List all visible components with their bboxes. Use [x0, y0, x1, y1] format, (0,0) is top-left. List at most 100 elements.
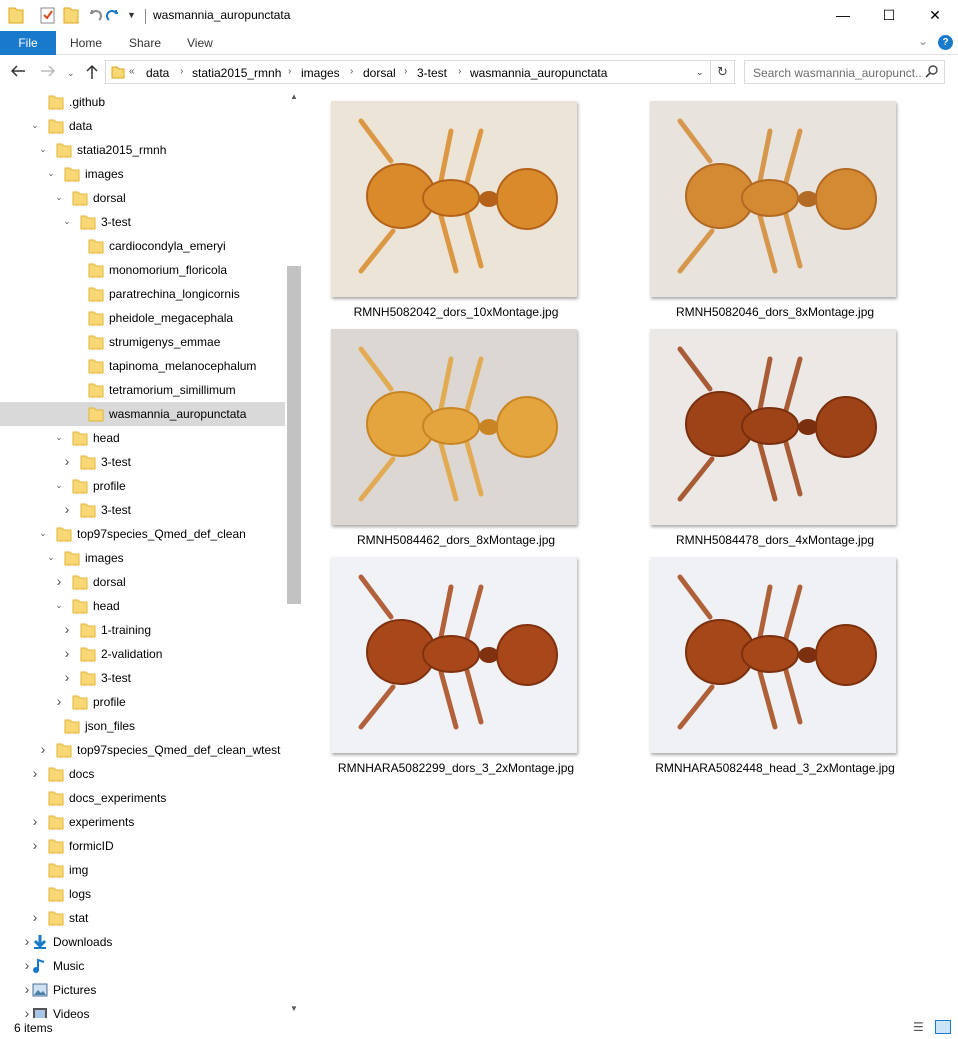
chevron-right-icon[interactable]: ›	[30, 813, 40, 829]
breadcrumb-3-test[interactable]: 3-test	[417, 66, 447, 80]
tree-item[interactable]: ⌄ dorsal	[0, 186, 285, 210]
breadcrumb-wasmannia-auropunctata[interactable]: wasmannia_auropunctata	[470, 66, 607, 80]
tree-item[interactable]: logs	[0, 882, 285, 906]
tree-item[interactable]: img	[0, 858, 285, 882]
chevron-right-icon[interactable]: ›	[38, 741, 48, 757]
tree-item[interactable]: tetramorium_simillimum	[0, 378, 285, 402]
tree-item[interactable]: docs_experiments	[0, 786, 285, 810]
breadcrumb-images[interactable]: images	[301, 66, 340, 80]
chevron-right-icon[interactable]: ›	[62, 501, 72, 517]
chevron-down-icon[interactable]: ⌄	[54, 192, 64, 203]
tree-item[interactable]: ⌄ data	[0, 114, 285, 138]
tree-item[interactable]: .github	[0, 90, 285, 114]
file-item[interactable]: RMNH5084462_dors_8xMontage.jpg	[331, 318, 625, 547]
file-item[interactable]: RMNH5084478_dors_4xMontage.jpg	[650, 318, 944, 547]
chevron-right-icon[interactable]: ›	[30, 837, 40, 853]
tree-item[interactable]: › experiments	[0, 810, 285, 834]
file-item[interactable]: RMNHARA5082299_dors_3_2xMontage.jpg	[331, 546, 625, 775]
help-icon[interactable]: ?	[938, 35, 953, 50]
chevron-right-icon[interactable]: ›	[350, 66, 353, 77]
chevron-down-icon[interactable]: ⌄	[54, 432, 64, 443]
breadcrumb-data[interactable]: data	[146, 66, 169, 80]
scroll-up-icon[interactable]: ▲	[290, 92, 298, 101]
refresh-icon[interactable]: ↻	[711, 60, 735, 84]
chevron-right-icon[interactable]: ›	[404, 66, 407, 77]
address-history-icon[interactable]: ⌄	[696, 67, 704, 78]
back-arrow-icon[interactable]	[10, 64, 26, 81]
undo-icon[interactable]	[86, 6, 102, 26]
tree-item[interactable]: ⌄ profile	[0, 474, 285, 498]
tab-view[interactable]: View	[187, 31, 213, 55]
expand-ribbon-icon[interactable]: ⌄	[918, 34, 928, 48]
tree-item[interactable]: ⌄ top97species_Qmed_def_clean	[0, 522, 285, 546]
maximize-button[interactable]: ☐	[866, 0, 912, 31]
tree-item[interactable]: › Music	[0, 954, 285, 978]
tree-item[interactable]: ⌄ images	[0, 546, 285, 570]
tree-item[interactable]: ⌄ head	[0, 594, 285, 618]
file-item[interactable]: RMNH5082046_dors_8xMontage.jpg	[650, 90, 944, 319]
tree-item[interactable]: monomorium_floricola	[0, 258, 285, 282]
chevron-down-icon[interactable]: ⌄	[54, 600, 64, 611]
chevron-down-icon[interactable]: ⌄	[54, 480, 64, 491]
tree-item[interactable]: ⌄ statia2015_rmnh	[0, 138, 285, 162]
tab-share[interactable]: Share	[129, 31, 161, 55]
tree-item[interactable]: › dorsal	[0, 570, 285, 594]
properties-icon[interactable]	[40, 6, 56, 26]
customize-toolbar-icon[interactable]: ▼	[127, 10, 136, 30]
tree-item[interactable]: paratrechina_longicornis	[0, 282, 285, 306]
navigation-scrollbar[interactable]: ▲ ▼	[286, 90, 302, 1018]
tree-item[interactable]: › Downloads	[0, 930, 285, 954]
chevron-right-icon[interactable]: ›	[458, 66, 461, 77]
chevron-right-icon[interactable]: ›	[54, 573, 64, 589]
tree-item[interactable]: › 1-training	[0, 618, 285, 642]
chevron-right-icon[interactable]: ›	[62, 645, 72, 661]
tab-file[interactable]: File	[0, 31, 56, 55]
large-icons-view-icon[interactable]	[935, 1020, 951, 1034]
search-icon[interactable]	[925, 64, 939, 81]
tree-item[interactable]: › 3-test	[0, 666, 285, 690]
redo-icon[interactable]	[106, 6, 122, 26]
breadcrumb-dorsal[interactable]: dorsal	[363, 66, 396, 80]
chevron-down-icon[interactable]: ⌄	[46, 552, 56, 563]
chevron-down-icon[interactable]: ⌄	[38, 144, 48, 155]
tab-home[interactable]: Home	[70, 31, 102, 55]
scroll-thumb[interactable]	[287, 266, 301, 604]
chevron-right-icon[interactable]: ›	[180, 66, 183, 77]
tree-item[interactable]: › Pictures	[0, 978, 285, 1002]
chevron-right-icon[interactable]: ›	[30, 909, 40, 925]
chevron-right-icon[interactable]: ›	[62, 453, 72, 469]
breadcrumb-statia2015-rmnh[interactable]: statia2015_rmnh	[192, 66, 281, 80]
tree-item[interactable]: ⌄ 3-test	[0, 210, 285, 234]
tree-item[interactable]: › 2-validation	[0, 642, 285, 666]
chevron-right-icon[interactable]: ›	[54, 693, 64, 709]
chevron-right-icon[interactable]: ›	[22, 957, 32, 973]
chevron-right-icon[interactable]: ›	[22, 981, 32, 997]
search-input[interactable]: Search wasmannia_auropunct...	[753, 66, 923, 80]
chevron-down-icon[interactable]: ⌄	[62, 216, 72, 227]
tree-item[interactable]: pheidole_megacephala	[0, 306, 285, 330]
tree-item[interactable]: wasmannia_auropunctata	[0, 402, 285, 426]
chevron-down-icon[interactable]: ⌄	[30, 120, 40, 131]
recent-locations-icon[interactable]: ⌄	[67, 68, 75, 79]
file-item[interactable]: RMNH5082042_dors_10xMontage.jpg	[331, 90, 625, 319]
chevron-right-icon[interactable]: ›	[288, 66, 291, 77]
tree-item[interactable]: ⌄ images	[0, 162, 285, 186]
tree-item[interactable]: json_files	[0, 714, 285, 738]
chevron-right-icon[interactable]: ›	[22, 933, 32, 949]
tree-item[interactable]: › formicID	[0, 834, 285, 858]
file-item[interactable]: RMNHARA5082448_head_3_2xMontage.jpg	[650, 546, 944, 775]
chevron-right-icon[interactable]: ›	[62, 621, 72, 637]
minimize-button[interactable]: —	[820, 0, 866, 31]
tree-item[interactable]: › 3-test	[0, 498, 285, 522]
chevron-right-icon[interactable]: ›	[30, 765, 40, 781]
forward-arrow-icon[interactable]	[40, 64, 56, 81]
tree-item[interactable]: › docs	[0, 762, 285, 786]
chevron-right-icon[interactable]: ›	[22, 1005, 32, 1018]
chevron-down-icon[interactable]: ⌄	[46, 168, 56, 179]
details-view-icon[interactable]: ☰	[913, 1020, 924, 1034]
address-bar[interactable]: « data › statia2015_rmnh › images › dors…	[105, 60, 711, 84]
search-box[interactable]: Search wasmannia_auropunct...	[744, 60, 945, 84]
scroll-down-icon[interactable]: ▼	[290, 1004, 298, 1013]
chevron-down-icon[interactable]: ⌄	[38, 528, 48, 539]
chevron-right-icon[interactable]: ›	[62, 669, 72, 685]
